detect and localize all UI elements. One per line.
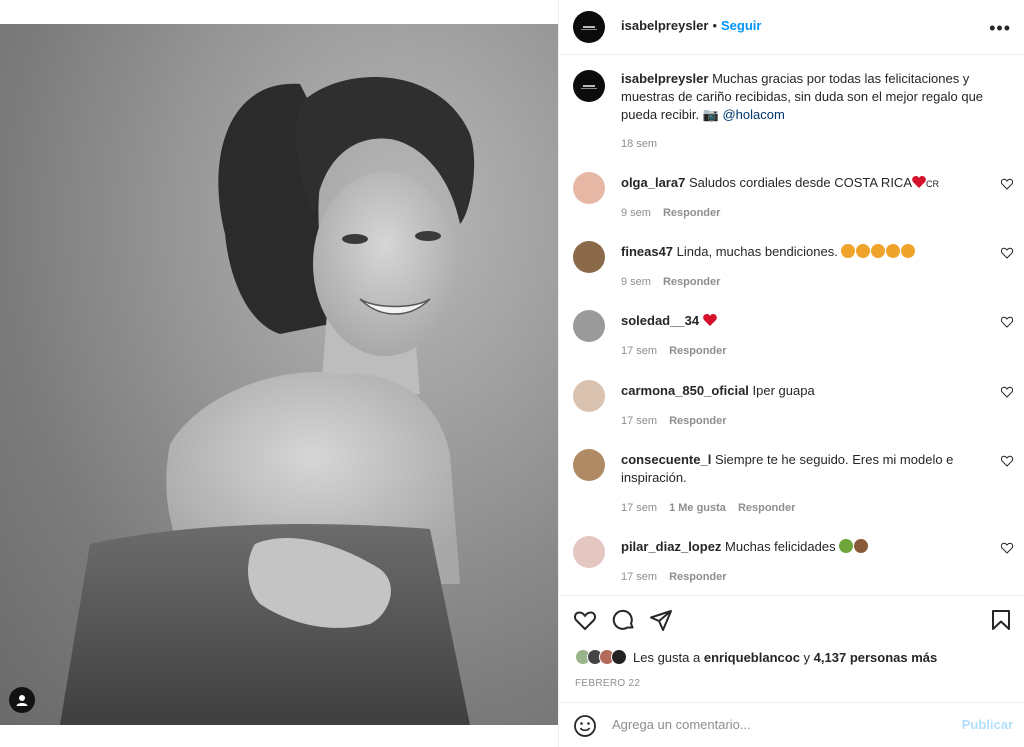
comment-meta: 9 sem Responder [621, 207, 720, 219]
comment-avatar[interactable] [573, 536, 605, 568]
comment-item: soledad__34 17 sem Responder [573, 310, 1013, 370]
header-user-line: isabelpreysler • Seguir [621, 18, 761, 33]
comment-meta: 17 sem 1 Me gusta Responder [621, 502, 795, 514]
comment-username[interactable]: fineas47 [621, 244, 673, 259]
comment-meta: 9 sem Responder [621, 276, 720, 288]
publish-button[interactable]: Publicar [962, 717, 1013, 732]
likes-count[interactable]: 4,137 personas más [814, 650, 938, 665]
reply-button[interactable]: Responder [738, 502, 795, 514]
emoji-pair [839, 539, 869, 554]
red-heart-emoji [702, 313, 717, 328]
reply-button[interactable]: Responder [669, 415, 726, 427]
comment-body: olga_lara7 Saludos cordiales desde COSTA… [621, 174, 981, 193]
red-heart-emoji [912, 175, 926, 190]
share-send-icon[interactable] [649, 608, 673, 632]
comment-meta: 17 sem Responder [621, 415, 727, 427]
comment-item: olga_lara7 Saludos cordiales desde COSTA… [573, 172, 1013, 232]
heart-eyes-emoji-row [841, 244, 916, 259]
add-comment-bar: Agrega un comentario... Publicar [559, 702, 1024, 747]
reply-button[interactable]: Responder [669, 571, 726, 583]
comment-item: fineas47 Linda, muchas bendiciones. 9 se… [573, 241, 1013, 301]
comment-body: carmona_850_oficial Iper guapa [621, 382, 981, 400]
comment-body: pilar_diaz_lopez Muchas felicidades [621, 538, 981, 556]
likes-prefix: Les gusta a [633, 649, 701, 665]
comment-item: pilar_diaz_lopez Muchas felicidades 17 s… [573, 536, 1013, 594]
caption-time: 18 sem [621, 138, 658, 150]
post-image[interactable] [0, 24, 558, 725]
comment-item: consecuente_l Siempre te he seguido. Ere… [573, 449, 1013, 527]
reply-button[interactable]: Responder [663, 276, 720, 288]
comment-time: 17 sem [621, 502, 658, 514]
caption-mention-link[interactable]: @holacom [722, 107, 784, 122]
post-side-panel: isabelpreysler • Seguir ••• isabelpreysler… [558, 0, 1024, 747]
like-comment-icon[interactable] [1001, 247, 1013, 259]
comment-avatar[interactable] [573, 172, 605, 204]
more-options-icon[interactable]: ••• [989, 18, 1011, 39]
tagged-user-icon[interactable] [9, 687, 35, 713]
post-date: FEBRERO 22 [575, 678, 641, 689]
save-bookmark-icon[interactable] [989, 608, 1013, 632]
like-comment-icon[interactable] [1001, 386, 1013, 398]
comment-bubble-icon[interactable] [612, 608, 636, 632]
portrait-illustration [60, 76, 475, 725]
profile-avatar[interactable] [573, 11, 605, 43]
emoji-icon[interactable] [573, 714, 597, 738]
likes-summary: Les gusta a enriqueblancoc y 4,137 perso… [575, 649, 937, 665]
comment-username[interactable]: carmona_850_oficial [621, 383, 749, 398]
comment-text: Saludos cordiales desde COSTA RICA [688, 175, 912, 190]
comment-input[interactable]: Agrega un comentario... [612, 717, 751, 732]
comment-body: soledad__34 [621, 312, 981, 330]
comment-text: Muchas felicidades [725, 539, 836, 554]
comment-meta: 17 sem Responder [621, 345, 727, 357]
reply-button[interactable]: Responder [669, 345, 726, 357]
post-photo-area [0, 0, 558, 747]
comment-avatar[interactable] [573, 241, 605, 273]
like-comment-icon[interactable] [1001, 316, 1013, 328]
comment-username[interactable]: pilar_diaz_lopez [621, 539, 721, 554]
post-actions: Les gusta a enriqueblancoc y 4,137 perso… [559, 595, 1024, 715]
comment-time: 17 sem [621, 415, 658, 427]
liker-avatars [575, 649, 627, 665]
separator-dot: • [712, 18, 718, 33]
follow-button[interactable]: Seguir [721, 18, 761, 33]
comment-flag-code: CR [925, 179, 939, 189]
like-comment-icon[interactable] [1001, 542, 1013, 554]
comment-time: 9 sem [621, 207, 651, 219]
caption-username[interactable]: isabelpreysler [621, 71, 708, 86]
like-comment-icon[interactable] [1001, 455, 1013, 467]
comment-username[interactable]: olga_lara7 [621, 175, 685, 190]
like-comment-icon[interactable] [1001, 178, 1013, 190]
caption-avatar[interactable] [573, 70, 605, 102]
comment-time: 17 sem [621, 345, 658, 357]
comment-time: 9 sem [621, 276, 651, 288]
comment-meta: 17 sem Responder [621, 571, 727, 583]
comment-username[interactable]: consecuente_l [621, 452, 711, 467]
comment-body: fineas47 Linda, muchas bendiciones. [621, 243, 981, 261]
likes-middle: y [803, 649, 811, 665]
likes-user[interactable]: enriqueblancoc [704, 650, 800, 665]
comment-username[interactable]: soledad__34 [621, 313, 699, 328]
comment-time: 17 sem [621, 571, 658, 583]
header-username[interactable]: isabelpreysler [621, 18, 708, 33]
comment-avatar[interactable] [573, 449, 605, 481]
comment-item: carmona_850_oficial Iper guapa 17 sem Res… [573, 380, 1013, 440]
caption-text-block: isabelpreysler Muchas gracias por todas … [621, 70, 991, 124]
comment-body: consecuente_l Siempre te he seguido. Ere… [621, 451, 981, 487]
comment-likes-count[interactable]: 1 Me gusta [669, 502, 726, 514]
like-heart-icon[interactable] [573, 608, 597, 632]
post-header: isabelpreysler • Seguir ••• [559, 0, 1024, 55]
comment-avatar[interactable] [573, 380, 605, 412]
comment-text: Iper guapa [752, 383, 815, 398]
reply-button[interactable]: Responder [663, 207, 720, 219]
comment-text: Linda, muchas bendiciones. [676, 244, 838, 259]
comment-avatar[interactable] [573, 310, 605, 342]
comments-list[interactable]: isabelpreysler Muchas gracias por todas … [559, 56, 1024, 594]
